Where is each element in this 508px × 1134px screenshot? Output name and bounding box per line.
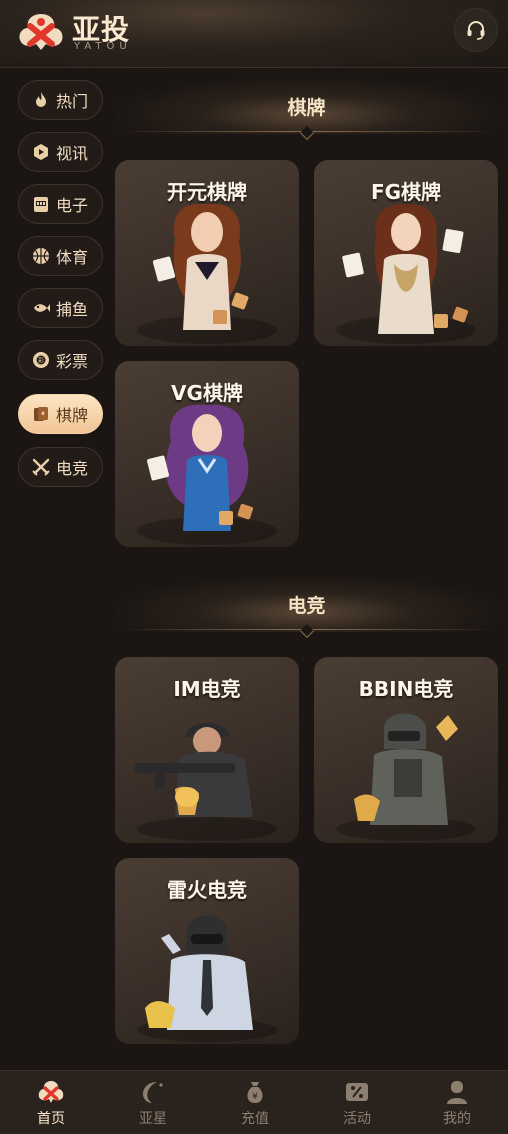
sidebar-item-label: 体育 (56, 248, 89, 267)
cards-icon (34, 407, 48, 421)
coupon-icon (346, 1083, 368, 1101)
section-title: 棋牌 (287, 96, 326, 119)
svg-text:彩: 彩 (38, 357, 44, 365)
app-header: 亚投 YATOU (0, 0, 508, 68)
game-card-vg[interactable]: VG棋牌 (115, 361, 299, 547)
sidebar-item-label: 彩票 (56, 352, 89, 371)
sidebar-item-lottery[interactable]: 彩 彩票 (18, 340, 103, 380)
game-card-im-esports[interactable]: IM电竞 (115, 657, 299, 843)
sidebar-item-sports[interactable]: 体育 (18, 236, 103, 276)
sidebar-item-esports[interactable]: 电竞 (18, 447, 103, 487)
sidebar-item-fishing[interactable]: 捕鱼 (18, 288, 103, 328)
sidebar-item-label: 捕鱼 (56, 300, 89, 319)
nav-profile[interactable]: 我的 (406, 1071, 508, 1134)
sidebar-item-label: 视讯 (56, 144, 89, 163)
section-title: 电竞 (287, 594, 326, 617)
sidebar-item-label: 电子 (56, 196, 89, 215)
headset-icon (467, 21, 485, 40)
svg-text:¥: ¥ (252, 1092, 258, 1102)
game-card-kaiyuan[interactable]: 开元棋牌 (115, 160, 299, 346)
nav-label: 亚星 (139, 1111, 167, 1127)
video-hexagon-icon (34, 144, 48, 160)
game-card-leihuo-esports[interactable]: 雷火电竞 (115, 858, 299, 1044)
sidebar-item-label: 电竞 (56, 459, 89, 478)
helmeted-soldier-image (137, 915, 277, 1042)
sidebar-item-slots[interactable]: 电子 (18, 184, 103, 224)
nav-label: 我的 (443, 1111, 471, 1127)
lottery-ball-icon: 彩 (33, 352, 49, 368)
slot-machine-icon (34, 197, 48, 212)
brand-subtitle: YATOU (74, 41, 132, 52)
section-header-chess-cards: 棋牌 (115, 78, 498, 141)
sidebar-item-label: 热门 (56, 92, 89, 111)
nav-label: 活动 (343, 1111, 371, 1127)
woman-with-mahjong-tiles-image (336, 204, 476, 344)
armored-soldier-image (336, 713, 476, 841)
crossed-swords-icon (32, 458, 50, 476)
nav-label: 充值 (241, 1111, 269, 1127)
soldier-with-rifle-image (135, 722, 277, 841)
game-card-bbin-esports[interactable]: BBIN电竞 (314, 657, 498, 843)
sidebar-item-label: 棋牌 (56, 406, 89, 425)
woman-with-mahjong-tiles-image (137, 203, 277, 344)
bottom-navigation: 首页 亚星 ¥ 充值 活动 我的 (0, 1070, 508, 1134)
sidebar-item-hot[interactable]: 热门 (18, 80, 103, 120)
sidebar-item-chess-cards[interactable]: 棋牌 (18, 394, 103, 434)
nav-home[interactable]: 首页 (0, 1071, 102, 1134)
woman-with-mahjong-tiles-image (137, 404, 277, 545)
user-icon (447, 1081, 467, 1104)
nav-activity[interactable]: 活动 (306, 1071, 408, 1134)
money-bag-icon: ¥ (247, 1082, 263, 1103)
customer-support-button[interactable] (454, 8, 498, 52)
basketball-icon (33, 248, 49, 264)
home-logo-icon (38, 1081, 64, 1103)
fish-icon (34, 304, 50, 312)
nav-label: 首页 (37, 1111, 65, 1127)
crescent-star-icon (143, 1082, 163, 1103)
nav-recharge[interactable]: ¥ 充值 (204, 1071, 306, 1134)
sidebar-item-live[interactable]: 视讯 (18, 132, 103, 172)
flame-icon (36, 92, 46, 107)
brand-logo-icon[interactable] (16, 10, 66, 54)
nav-yaxing[interactable]: 亚星 (102, 1071, 204, 1134)
game-card-fg[interactable]: FG棋牌 (314, 160, 498, 346)
section-header-esports: 电竞 (115, 576, 498, 639)
